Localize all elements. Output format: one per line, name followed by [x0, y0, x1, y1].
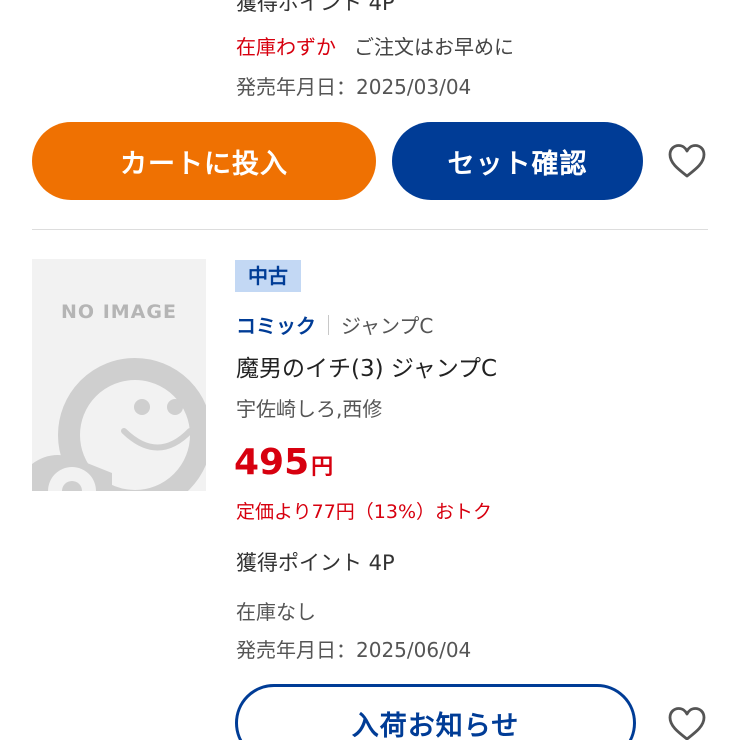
stock-status: 在庫なし	[236, 600, 316, 624]
previous-item-release-date: 発売年月日：2025/03/04	[236, 75, 472, 99]
stock-status-low: 在庫わずか	[236, 35, 336, 59]
discount-text: 定価より77円（13%）おトク	[236, 501, 493, 523]
product-price: 495円	[234, 442, 333, 483]
set-confirm-button[interactable]: セット確認	[392, 122, 643, 200]
favorite-heart-icon[interactable]	[667, 141, 707, 181]
release-date: 発売年月日：2025/06/04	[236, 638, 472, 662]
product-image-placeholder[interactable]: NO IMAGE	[32, 259, 206, 491]
previous-item-stock: 在庫わずか ご注文はお早めに	[236, 31, 514, 60]
category-separator	[328, 314, 329, 335]
item-divider	[32, 229, 708, 230]
points-text: 獲得ポイント 4P	[236, 551, 395, 575]
condition-badge: 中古	[235, 260, 301, 292]
price-unit: 円	[311, 455, 334, 480]
category-row: コミック ジャンプC	[236, 310, 433, 339]
category-link[interactable]: コミック	[236, 310, 316, 339]
product-title[interactable]: 魔男のイチ(3) ジャンプC	[236, 349, 497, 383]
product-authors: 宇佐崎しろ,西修	[236, 397, 383, 421]
add-to-cart-button[interactable]: カートに投入	[32, 122, 376, 200]
label-name: ジャンプC	[341, 314, 434, 338]
price-value: 495	[234, 442, 310, 483]
favorite-heart-icon[interactable]	[667, 704, 707, 740]
restock-notify-button[interactable]: 入荷お知らせ	[235, 684, 636, 740]
no-image-face-icon	[32, 358, 206, 491]
stock-note: ご注文はお早めに	[354, 35, 514, 59]
previous-item-points: 獲得ポイント 4P	[236, 0, 395, 15]
